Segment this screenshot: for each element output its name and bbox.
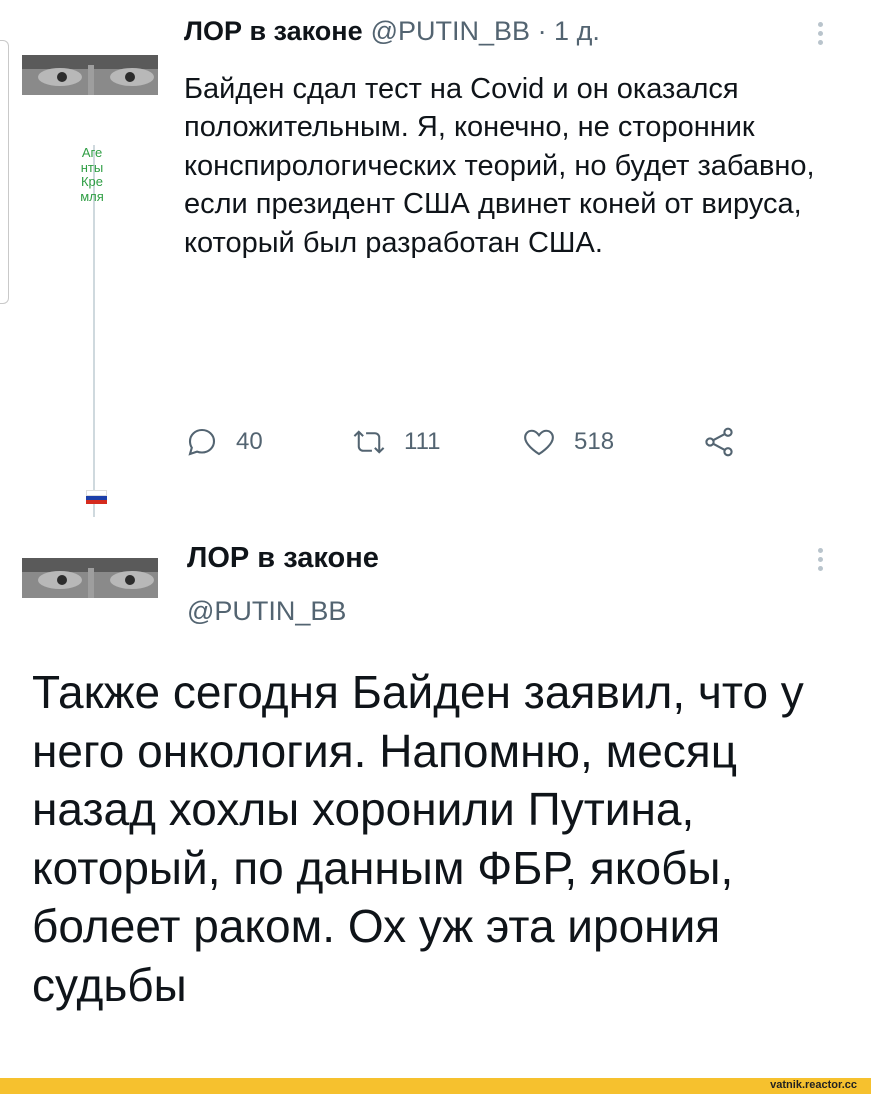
reply-icon (188, 428, 216, 456)
author-name[interactable]: ЛОР в законе (187, 542, 379, 575)
avatar[interactable] (22, 55, 158, 95)
more-options-icon[interactable] (818, 22, 824, 49)
more-options-icon[interactable] (818, 548, 824, 575)
side-label: Агенты Кремля (80, 145, 107, 204)
retweet-icon (353, 430, 385, 454)
reply-count: 40 (236, 428, 263, 455)
tweet-text: Также сегодня Байден заявил, что у него … (32, 666, 804, 1011)
side-scroll-tab (0, 40, 9, 304)
tweet-header: ЛОР в законе @PUTIN_BB · 1 д. (184, 16, 600, 47)
retweet-button[interactable]: 111 (350, 422, 440, 462)
watermark: vatnik.reactor.cc (770, 1079, 857, 1091)
heart-icon (524, 429, 554, 456)
tweet-meta: @PUTIN_BB · 1 д. (370, 16, 600, 46)
share-icon (705, 427, 733, 457)
avatar[interactable] (22, 558, 158, 598)
russia-flag-icon (86, 490, 107, 504)
reply-button[interactable]: 40 (184, 422, 263, 462)
like-count: 518 (574, 428, 615, 455)
like-button[interactable]: 518 (520, 422, 614, 462)
author-name[interactable]: ЛОР в законе (184, 16, 363, 46)
author-handle[interactable]: @PUTIN_BB (187, 596, 346, 627)
share-button[interactable] (700, 422, 738, 462)
retweet-count: 111 (404, 428, 441, 455)
tweet-text: Байден сдал тест на Covid и он оказался … (184, 73, 815, 259)
footer-bar (0, 1078, 871, 1094)
